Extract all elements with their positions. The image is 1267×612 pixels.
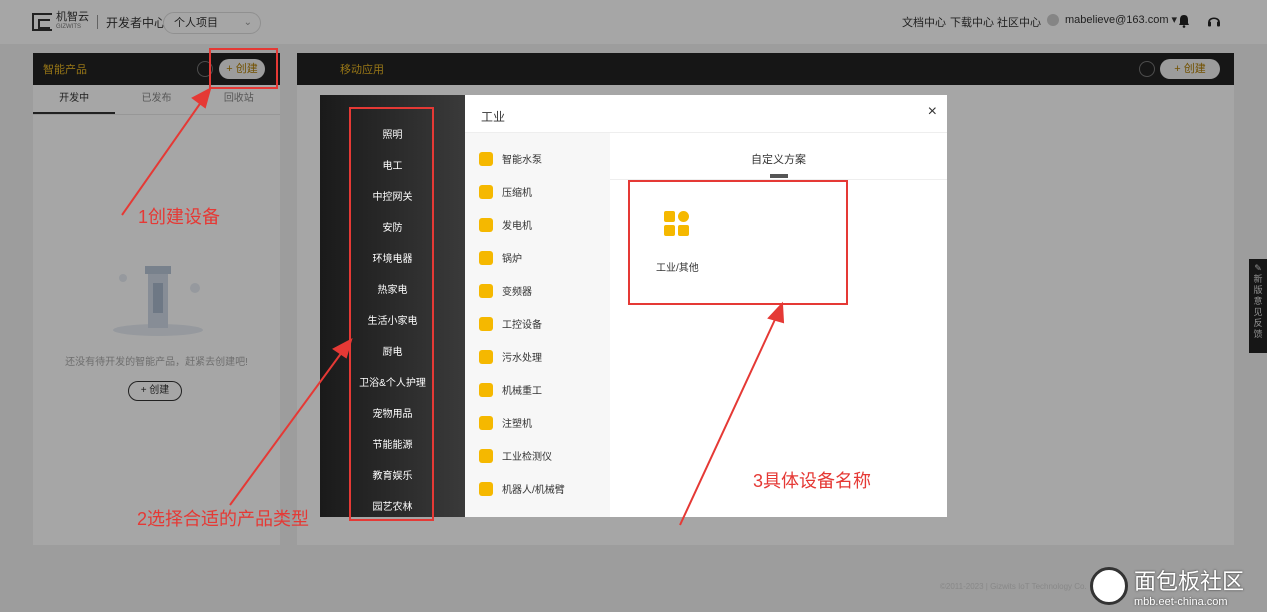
watermark-logo-icon bbox=[1090, 567, 1128, 605]
watermark: 面包板社区 mbb.eet-china.com bbox=[1090, 560, 1267, 612]
watermark-url: mbb.eet-china.com bbox=[1134, 596, 1228, 608]
footer-copyright: ©2011-2023 | Gizwits IoT Technology Co. bbox=[940, 582, 1087, 591]
annotation-step3: 3具体设备名称 bbox=[753, 471, 872, 491]
watermark-title: 面包板社区 bbox=[1134, 569, 1245, 594]
annotation-step2: 2选择合适的产品类型 bbox=[137, 509, 310, 529]
annotation-step1: 1创建设备 bbox=[138, 207, 221, 227]
